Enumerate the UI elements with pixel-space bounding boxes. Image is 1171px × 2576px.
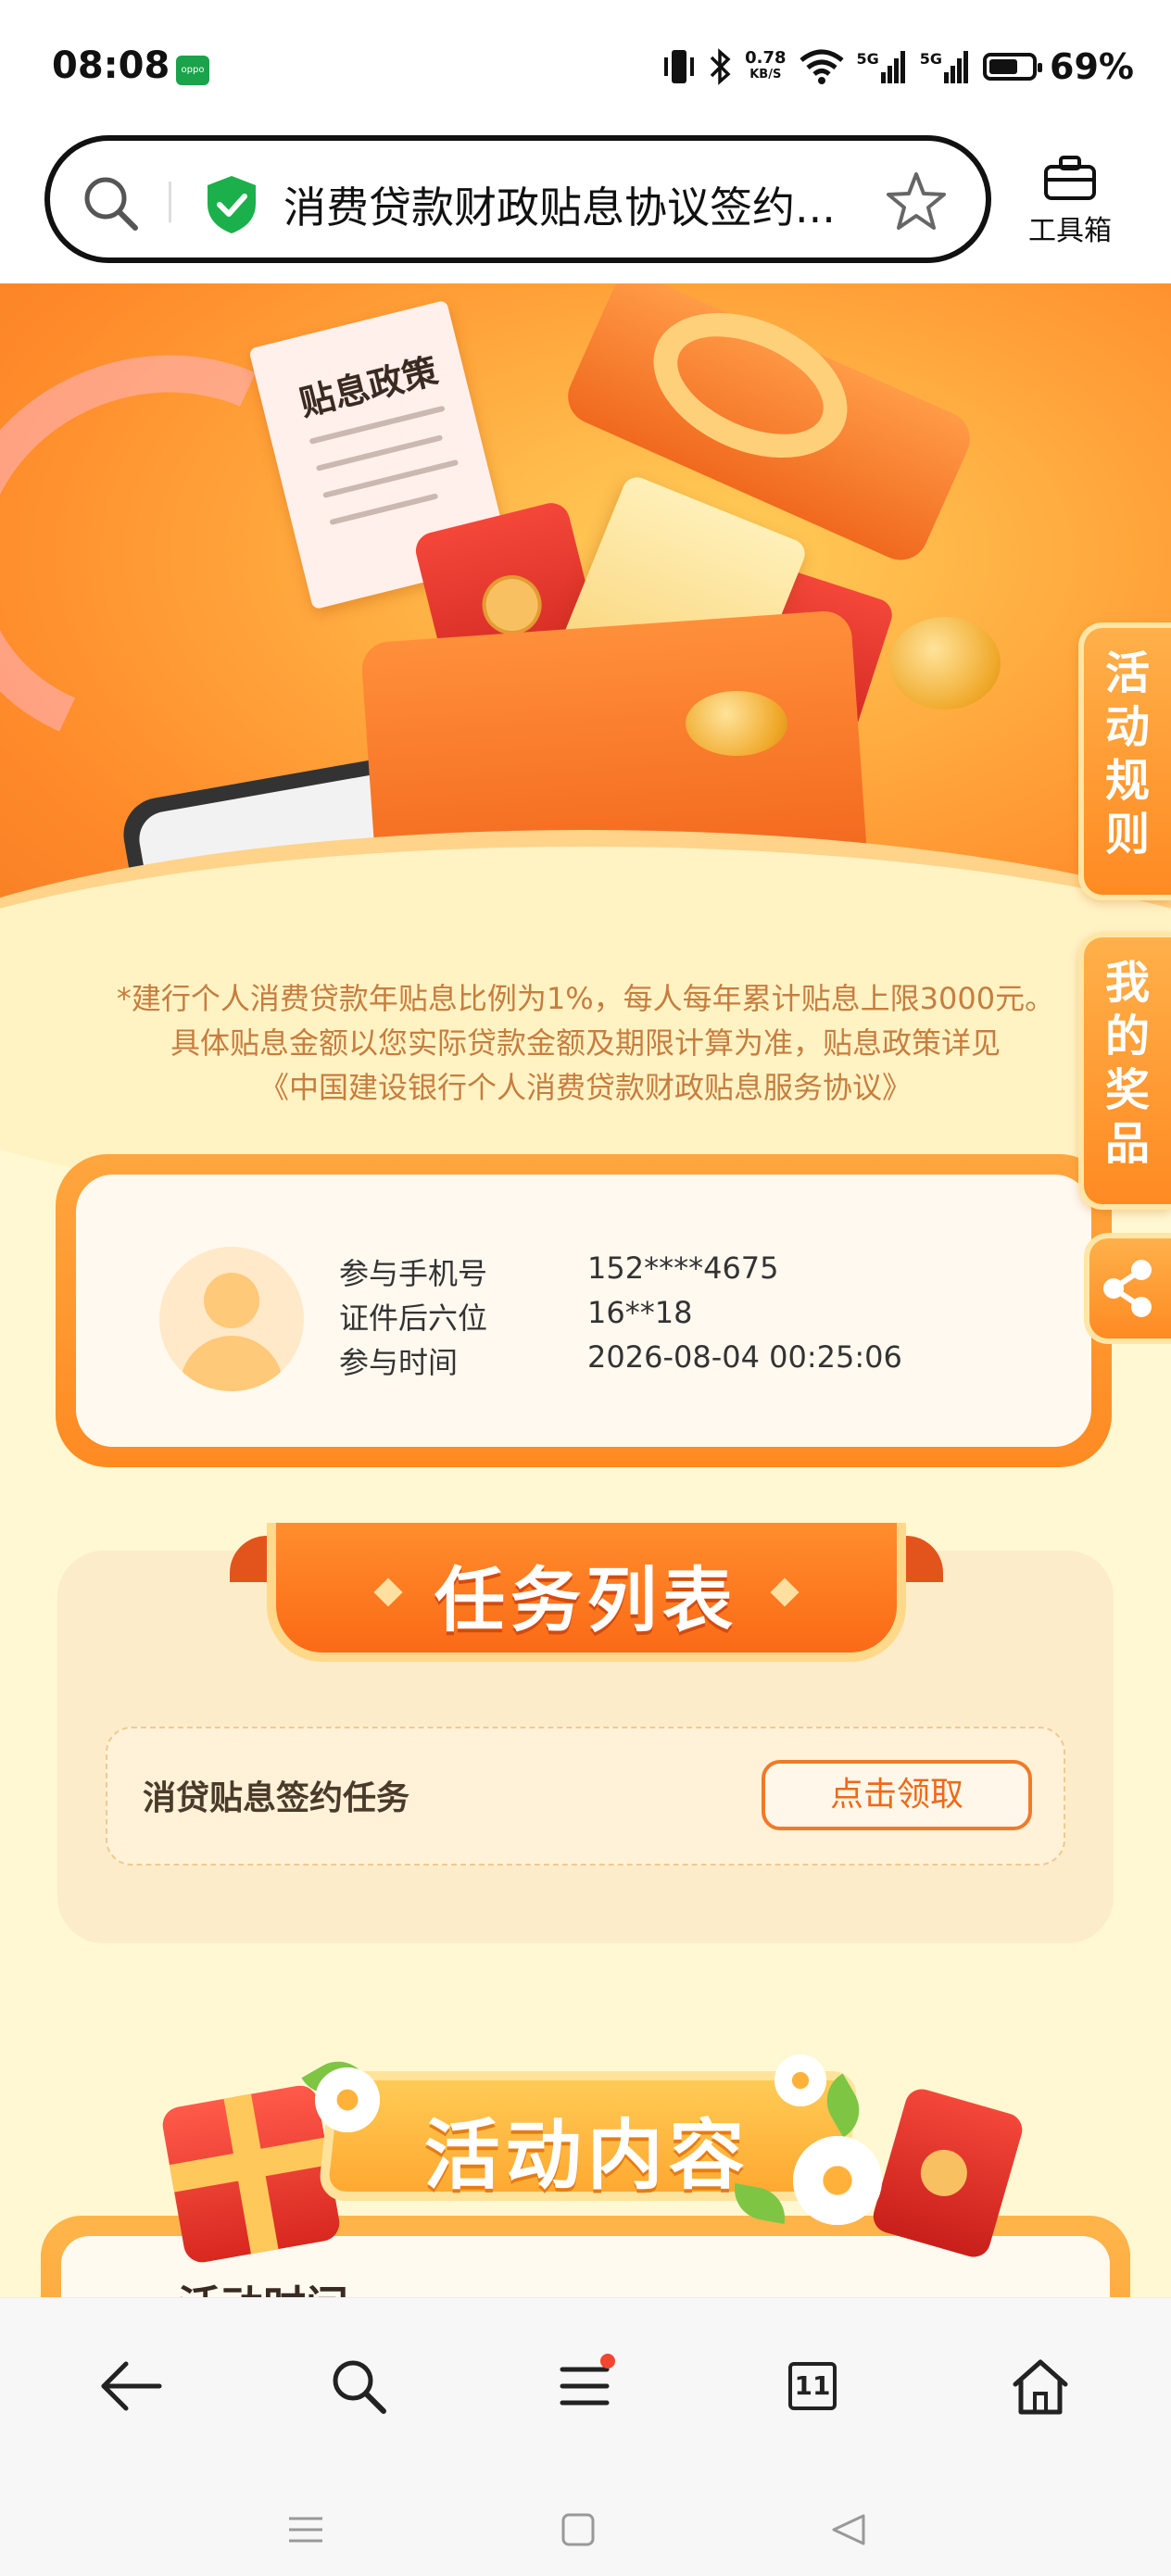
home-button[interactable] xyxy=(999,2344,1082,2428)
notice-line-2: 具体贴息金额以您实际贷款金额及期限计算为准，贴息政策详见 xyxy=(170,1025,1001,1061)
gold-coin-illustration xyxy=(889,617,1001,710)
gift-box-illustration xyxy=(159,2082,343,2266)
battery-percent: 69% xyxy=(1050,46,1134,87)
notification-dot xyxy=(600,2354,615,2369)
prizes-char: 我 xyxy=(1104,957,1150,1009)
rules-char: 动 xyxy=(1104,701,1150,753)
signal-2-label: 5G xyxy=(919,50,943,68)
status-time: 08:08 xyxy=(52,44,170,87)
rules-char: 规 xyxy=(1104,755,1150,807)
info-row-time: 参与时间 2026-08-04 00:25:06 xyxy=(339,1339,902,1382)
vibrate-icon xyxy=(664,50,695,83)
signal-bars-icon xyxy=(880,51,905,83)
back-arrow-icon xyxy=(101,2361,162,2411)
flower-decoration xyxy=(774,2055,826,2106)
bookmark-star-icon[interactable] xyxy=(884,169,949,233)
notice-line-1: *建行个人消费贷款年贴息比例为1%，每人每年累计贴息上限3000元。 xyxy=(116,981,1055,1016)
bluetooth-icon xyxy=(710,48,731,85)
prizes-char: 的 xyxy=(1104,1011,1150,1062)
activity-rules-button[interactable]: 活 动 规 则 xyxy=(1078,622,1171,900)
web-page: 贴息政策 10元 *建行个人消费贷款年贴息比例为1%，每人每年累计贴息上限300… xyxy=(0,283,1171,2297)
task-list-title: 任务列表 xyxy=(434,1559,738,1641)
toolbox-icon xyxy=(1044,156,1096,200)
participant-card: 参与手机号 152****4675 证件后六位 16**18 参与时间 2026… xyxy=(56,1154,1112,1467)
net-speed: 0.78 KB/S xyxy=(745,50,786,83)
system-home-button[interactable] xyxy=(550,2502,606,2557)
net-speed-unit: KB/S xyxy=(749,68,782,82)
status-bar: 08:08 oppo 0.78 KB/S 5G 5G 69% xyxy=(0,0,1171,130)
time-label: 参与时间 xyxy=(339,1345,459,1380)
phone-value: 152****4675 xyxy=(587,1250,779,1286)
net-speed-value: 0.78 xyxy=(745,48,787,68)
agreement-link[interactable]: 《中国建设银行个人消费贷款财政贴息服务协议》 xyxy=(0,1065,1171,1110)
participant-card-inner: 参与手机号 152****4675 证件后六位 16**18 参与时间 2026… xyxy=(76,1175,1091,1447)
gold-coin-illustration xyxy=(686,691,787,756)
rules-char: 则 xyxy=(1104,809,1150,861)
flower-decoration xyxy=(793,2136,882,2225)
time-value: 2026-08-04 00:25:06 xyxy=(587,1339,902,1375)
share-button[interactable] xyxy=(1084,1233,1171,1344)
signal-1: 5G xyxy=(857,50,907,83)
share-icon xyxy=(1103,1260,1152,1317)
phone-label: 参与手机号 xyxy=(339,1256,488,1291)
prizes-char: 品 xyxy=(1104,1118,1150,1170)
task-name: 消贷贴息签约任务 xyxy=(143,1779,410,1817)
square-icon xyxy=(561,2513,595,2546)
app-notification-icon: oppo xyxy=(176,56,209,85)
search-icon[interactable] xyxy=(78,170,143,235)
toolbox-button[interactable]: 工具箱 xyxy=(1019,156,1121,248)
search-button[interactable] xyxy=(317,2344,400,2428)
search-icon xyxy=(333,2360,386,2414)
signal-bars-icon xyxy=(944,51,969,83)
browser-bottom-nav: 11 xyxy=(0,2297,1171,2576)
triangle-back-icon xyxy=(832,2514,865,2545)
address-bar[interactable]: 消费贷款财政贴息协议签约... xyxy=(44,135,991,263)
rules-char: 活 xyxy=(1104,647,1150,699)
system-recents-button[interactable] xyxy=(278,2502,334,2557)
address-divider xyxy=(169,182,171,222)
battery-fill xyxy=(989,59,1018,74)
task-list-header: 任务列表 xyxy=(230,1523,943,1671)
avatar xyxy=(159,1247,304,1391)
battery-icon xyxy=(983,53,1043,81)
tabs-count: 11 xyxy=(788,2362,837,2410)
subsidy-notice: *建行个人消费贷款年贴息比例为1%，每人每年累计贴息上限3000元。 具体贴息金… xyxy=(0,976,1171,1110)
status-indicators: 0.78 KB/S 5G 5G 69% xyxy=(663,46,1134,87)
info-row-id: 证件后六位 16**18 xyxy=(339,1295,692,1338)
signal-2: 5G xyxy=(920,50,970,83)
flower-decoration xyxy=(315,2067,380,2132)
info-row-phone: 参与手机号 152****4675 xyxy=(339,1250,779,1293)
page-title[interactable]: 消费贷款财政贴息协议签约... xyxy=(283,174,836,235)
tabs-button[interactable]: 11 xyxy=(771,2344,854,2428)
security-shield-icon[interactable] xyxy=(204,174,259,235)
my-prizes-button[interactable]: 我 的 奖 品 xyxy=(1078,932,1171,1210)
toolbox-label: 工具箱 xyxy=(1028,215,1112,247)
menu-button[interactable] xyxy=(543,2344,626,2428)
wifi-icon xyxy=(799,49,844,84)
hero-banner: 贴息政策 10元 xyxy=(0,283,1171,1217)
activity-content-title: 活动内容 xyxy=(423,2112,750,2200)
id-value: 16**18 xyxy=(587,1295,693,1330)
system-back-button[interactable] xyxy=(821,2502,876,2557)
task-item: 消贷贴息签约任务 点击领取 xyxy=(106,1727,1065,1866)
prizes-char: 奖 xyxy=(1104,1064,1150,1116)
activity-time-heading: 活动时间 xyxy=(178,2273,348,2297)
back-button[interactable] xyxy=(89,2344,172,2428)
home-icon xyxy=(1013,2359,1068,2415)
id-label: 证件后六位 xyxy=(339,1301,488,1336)
claim-button[interactable]: 点击领取 xyxy=(762,1760,1032,1830)
signal-1-label: 5G xyxy=(856,50,879,68)
recents-icon xyxy=(289,2517,322,2543)
